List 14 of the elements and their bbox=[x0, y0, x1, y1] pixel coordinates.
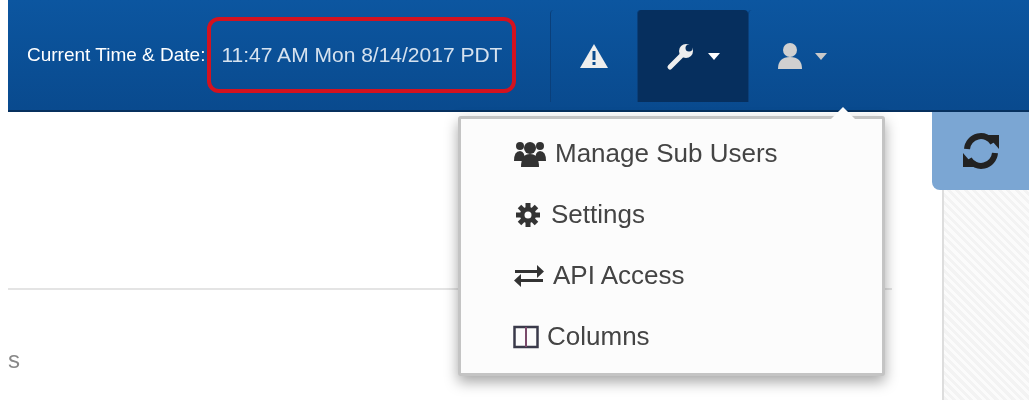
dropdown-button[interactable] bbox=[637, 10, 749, 102]
gear-icon bbox=[513, 201, 543, 228]
columns-icon bbox=[513, 324, 539, 349]
menu-item[interactable]: Settings bbox=[461, 184, 882, 245]
refresh-button[interactable] bbox=[932, 112, 1029, 190]
menu-item[interactable]: Manage Sub Users bbox=[461, 123, 882, 184]
exchange-icon bbox=[513, 263, 545, 288]
menu-item[interactable]: API Access bbox=[461, 245, 882, 306]
warning-icon bbox=[579, 43, 610, 69]
time-value: 11:47 AM Mon 8/14/2017 PDT bbox=[207, 17, 517, 93]
time-label: Current Time & Date: bbox=[27, 42, 206, 67]
heading-text: s bbox=[8, 345, 20, 375]
user-icon bbox=[777, 42, 804, 70]
menu-item[interactable]: Columns bbox=[461, 306, 882, 367]
